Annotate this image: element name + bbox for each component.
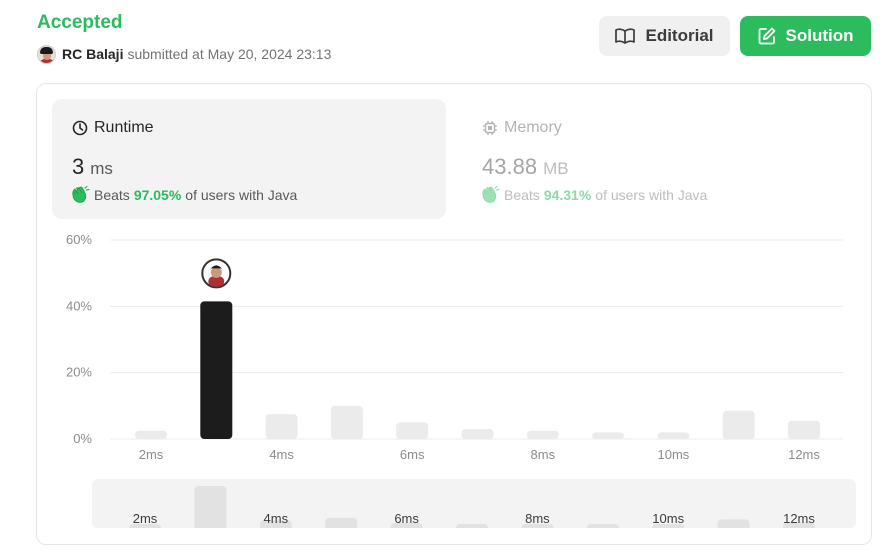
username-link[interactable]: RC Balaji xyxy=(62,46,123,62)
editorial-button[interactable]: Editorial xyxy=(599,16,730,56)
avatar[interactable] xyxy=(37,44,56,64)
book-icon xyxy=(615,28,636,44)
bar[interactable] xyxy=(265,414,298,439)
x-tick-label: 4ms xyxy=(269,447,294,462)
edit-icon xyxy=(758,27,775,45)
y-tick-label: 40% xyxy=(66,298,92,313)
navigator-bar xyxy=(194,486,227,528)
navigator-label: 4ms xyxy=(264,511,289,526)
bar[interactable] xyxy=(788,420,820,439)
bar[interactable] xyxy=(592,432,625,439)
bar[interactable] xyxy=(722,410,755,439)
bar[interactable] xyxy=(526,430,559,439)
submission-info: RC Balaji submitted at May 20, 2024 23:1… xyxy=(37,44,331,64)
x-tick-label: 8ms xyxy=(531,447,556,462)
navigator-label: 8ms xyxy=(525,511,550,526)
navigator-label: 2ms xyxy=(133,511,158,526)
y-tick-label: 20% xyxy=(66,365,92,380)
chart-range-navigator[interactable]: 2ms 4ms 6ms 8ms 10ms 12ms xyxy=(92,479,856,528)
runtime-distribution-chart[interactable]: 0% 20% 40% 60% 2ms 4ms 6ms 8ms 10ms 12ms xyxy=(37,84,871,474)
bar-highlighted[interactable] xyxy=(200,301,233,439)
navigator-label: 6ms xyxy=(394,511,419,526)
navigator-bar xyxy=(456,524,488,528)
x-tick-label: 10ms xyxy=(658,447,690,462)
editorial-label: Editorial xyxy=(645,26,714,45)
bar[interactable] xyxy=(657,432,690,439)
navigator-bar xyxy=(325,517,358,528)
bar[interactable] xyxy=(396,422,429,439)
x-tick-label: 2ms xyxy=(139,447,164,462)
avatar-face xyxy=(210,266,222,278)
x-tick-label: 6ms xyxy=(400,447,425,462)
submitted-time: submitted at May 20, 2024 23:13 xyxy=(127,46,332,62)
bar[interactable] xyxy=(330,405,363,439)
solution-button[interactable]: Solution xyxy=(740,16,871,56)
x-tick-label: 12ms xyxy=(788,447,820,462)
y-tick-label: 60% xyxy=(66,232,92,247)
solution-label: Solution xyxy=(785,26,854,45)
navigator-label: 10ms xyxy=(652,511,684,526)
bar[interactable] xyxy=(135,430,167,439)
navigator-label: 12ms xyxy=(783,511,815,526)
bar[interactable] xyxy=(461,429,494,439)
navigator-bar xyxy=(717,519,750,528)
y-tick-label: 0% xyxy=(73,431,92,446)
navigator-bars: 2ms 4ms 6ms 8ms 10ms 12ms xyxy=(129,486,815,528)
result-panel: Runtime 3 ms Beats 97.05% of users with … xyxy=(36,83,872,545)
navigator-bar xyxy=(586,524,619,528)
status-title: Accepted xyxy=(37,12,123,33)
